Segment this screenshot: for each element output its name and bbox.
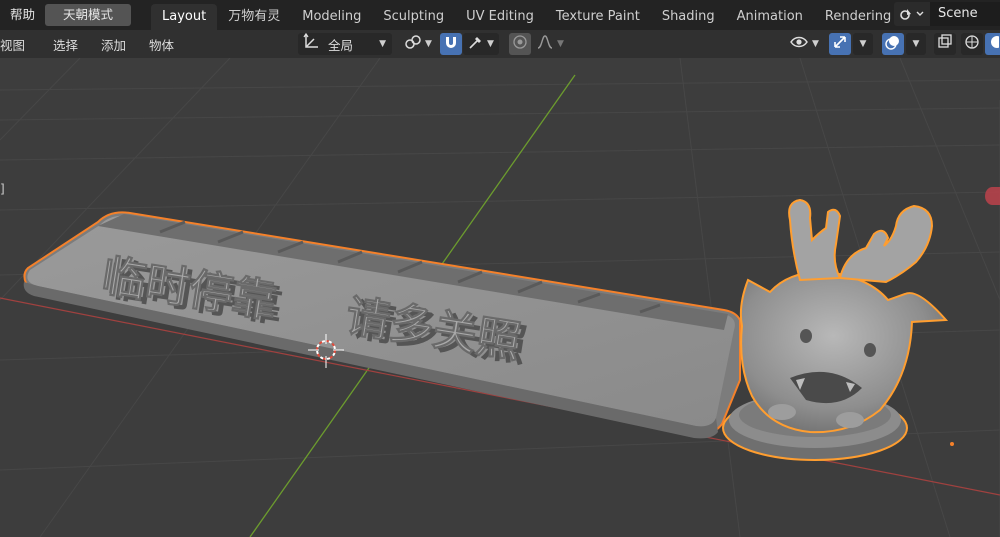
viewport-header: 视图 选择 添加 物体 全局 ▼ ▼ ▼ ▼ ▼ ▼ ▼	[0, 30, 1000, 58]
menu-object[interactable]: 物体	[142, 35, 181, 54]
overlay-icon	[885, 34, 901, 54]
orientation-label: 全局	[328, 37, 354, 53]
menu-view[interactable]: 视图	[0, 35, 32, 54]
snap-toggle[interactable]	[440, 33, 462, 55]
scene-name-field[interactable]: Scene	[930, 2, 1000, 26]
solid-shading-icon	[987, 35, 1000, 53]
mode-button[interactable]: 天朝模式	[45, 4, 132, 26]
tab-modeling[interactable]: Modeling	[291, 4, 372, 30]
origin-point	[950, 442, 954, 446]
3d-viewport[interactable]: 临时停靠 临时停靠 请多关照 请多关照]	[0, 58, 1000, 537]
navigation-gizmo-x-icon[interactable]	[985, 187, 1000, 205]
shading-solid-button[interactable]	[985, 33, 1000, 55]
gizmo-dropdown[interactable]: ▼	[853, 33, 873, 55]
orientation-dropdown[interactable]: 全局 ▼	[298, 32, 392, 55]
chevron-down-icon: ▼	[425, 39, 432, 49]
menu-add[interactable]: 添加	[94, 35, 133, 54]
scene-selector[interactable]: Scene	[894, 2, 1000, 26]
creature-figurine[interactable]	[722, 198, 949, 461]
overlay-dropdown[interactable]: ▼	[906, 33, 926, 55]
tab-uv-editing[interactable]: UV Editing	[455, 4, 545, 30]
eye-visibility-icon	[789, 34, 809, 54]
viewport-canvas: 临时停靠 临时停靠 请多关照 请多关照	[0, 58, 1000, 537]
chevron-down-icon: ▼	[379, 39, 386, 49]
proportional-edit-toggle[interactable]	[509, 33, 531, 55]
pivot-point-dropdown[interactable]: ▼	[400, 33, 436, 55]
tab-sculpting[interactable]: Sculpting	[372, 4, 455, 30]
proportional-edit-icon	[512, 34, 528, 54]
chevron-down-icon: ▼	[859, 39, 867, 49]
scene-icon[interactable]	[894, 2, 930, 26]
gizmo-icon	[832, 34, 848, 54]
tab-animation[interactable]: Animation	[726, 4, 814, 30]
gizmo-toggle[interactable]	[829, 33, 851, 55]
tab-layout[interactable]: Layout	[151, 4, 218, 30]
pivot-point-icon	[404, 34, 422, 54]
overlay-toggle[interactable]	[882, 33, 904, 55]
tab-rendering[interactable]: Rendering	[814, 4, 902, 30]
snap-target-icon	[468, 34, 484, 54]
help-menu[interactable]: 帮助	[0, 4, 45, 26]
tab-wanwuyouling[interactable]: 万物有灵	[217, 4, 291, 30]
shading-icon	[964, 34, 980, 54]
top-bar: 帮助 天朝模式 Layout 万物有灵 Modeling Sculpting U…	[0, 0, 1000, 30]
transform-orientation-icon	[302, 32, 320, 55]
chevron-down-icon: ▼	[557, 39, 564, 49]
visibility-dropdown[interactable]: ▼	[786, 33, 822, 55]
shading-wireframe-button[interactable]	[961, 33, 983, 55]
tab-texture-paint[interactable]: Texture Paint	[545, 4, 651, 30]
magnet-snap-icon	[443, 34, 459, 54]
menu-select[interactable]: 选择	[46, 35, 85, 54]
chevron-down-icon: ▼	[812, 39, 819, 49]
falloff-curve-icon	[536, 34, 554, 54]
side-panel-toggle[interactable]: ]	[0, 182, 5, 196]
xray-icon	[937, 34, 953, 54]
chevron-down-icon: ▼	[487, 39, 494, 49]
sign-plate[interactable]: 临时停靠 临时停靠 请多关照 请多关照	[23, 211, 741, 439]
tab-shading[interactable]: Shading	[651, 4, 726, 30]
chevron-down-icon: ▼	[912, 39, 920, 49]
snap-target-dropdown[interactable]: ▼	[463, 33, 499, 55]
falloff-dropdown[interactable]: ▼	[534, 33, 566, 55]
xray-toggle[interactable]	[934, 33, 956, 55]
